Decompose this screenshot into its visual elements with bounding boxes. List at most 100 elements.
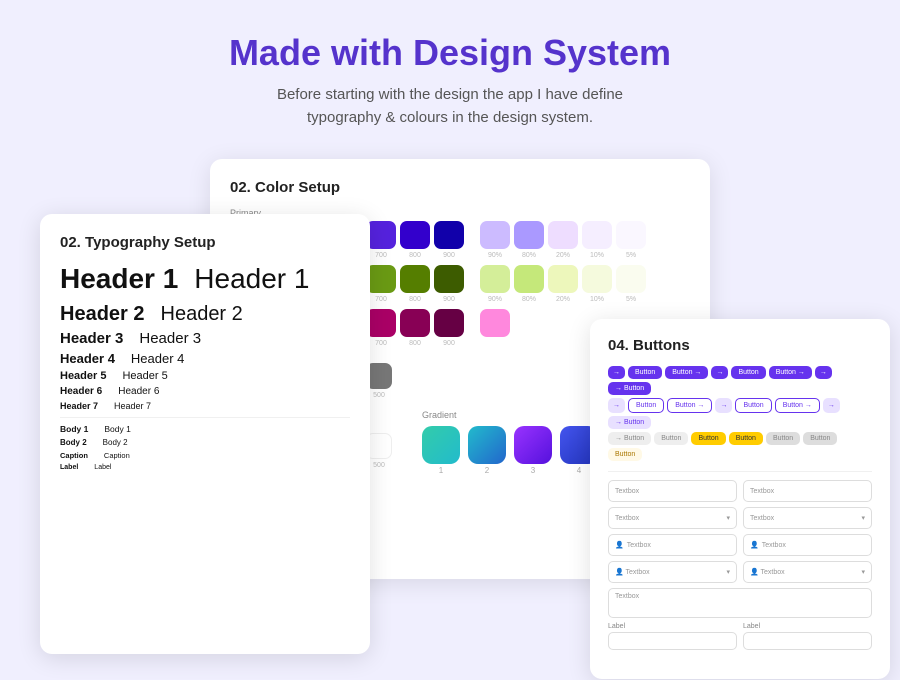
arrow-btn-3[interactable]: → <box>815 366 832 379</box>
typo-row-h3: Header 3 Header 3 <box>60 330 350 347</box>
icon-textbox-2[interactable]: 👤 Textbox <box>743 534 872 556</box>
typo-row-h7: Header 7 Header 7 <box>60 401 350 411</box>
label-right: Label <box>743 623 872 630</box>
person-icon-2: 👤 <box>750 541 759 549</box>
yellow-btn-2[interactable]: Button <box>729 432 763 445</box>
gray-btn-3[interactable]: Button <box>766 432 800 445</box>
h5-bold: Header 5 <box>60 370 106 382</box>
subtitle: Before starting with the design the app … <box>229 84 671 129</box>
filled-btn-5[interactable]: → Button <box>608 382 651 395</box>
outline-btn-4[interactable]: Button → <box>775 398 820 413</box>
color-card-title: 02. Color Setup <box>230 179 690 196</box>
h7-regular: Header 7 <box>114 401 151 411</box>
main-title: Made with Design System <box>229 32 671 74</box>
yellow-light-btn[interactable]: Button <box>608 448 642 461</box>
label-regular: Label <box>94 464 111 471</box>
green-700 <box>366 265 396 293</box>
arrow-btn-1[interactable]: → <box>608 366 625 379</box>
green-20p <box>548 265 578 293</box>
outline-arrow-1[interactable]: → <box>608 398 625 413</box>
yellow-btn-1[interactable]: Button <box>691 432 725 445</box>
h2-bold: Header 2 <box>60 303 145 326</box>
caption-bold: Caption <box>60 451 88 460</box>
typo-row-h4: Header 4 Header 4 <box>60 351 350 366</box>
typo-row-label: Label Label <box>60 464 350 471</box>
h3-bold: Header 3 <box>60 330 123 347</box>
green-900 <box>434 265 464 293</box>
light-btn-1[interactable]: → Button <box>608 416 651 429</box>
h5-regular: Header 5 <box>122 370 167 382</box>
h1-regular: Header 1 <box>194 263 309 295</box>
textbox-2[interactable]: Textbox <box>743 480 872 502</box>
btn-row-1: → Button Button → → Button Button → → → … <box>608 366 872 395</box>
header-section: Made with Design System Before starting … <box>209 0 691 149</box>
h6-regular: Header 6 <box>118 386 159 397</box>
outline-btn-1[interactable]: Button <box>628 398 664 413</box>
outline-arrow-3[interactable]: → <box>823 398 840 413</box>
cards-container: 02. Color Setup Primary 300400500600 <box>10 159 890 629</box>
typo-row-body2: Body 2 Body 2 <box>60 438 350 447</box>
chevron-down-icon-2: ▾ <box>861 514 865 522</box>
swatch-5p <box>616 221 646 249</box>
chevron-icon-3: ▾ <box>726 568 730 576</box>
swatch-90p <box>480 221 510 249</box>
label-input-left[interactable] <box>608 632 737 650</box>
select-1[interactable]: Textbox ▾ <box>608 507 737 529</box>
buttons-card-title: 04. Buttons <box>608 337 872 354</box>
label-bold: Label <box>60 464 78 471</box>
gradient-1 <box>422 426 460 464</box>
button-filled-section: → Button Button → → Button Button → → → … <box>608 366 872 461</box>
icon-textbox-1[interactable]: 👤 Textbox <box>608 534 737 556</box>
filled-btn-4[interactable]: Button → <box>769 366 812 379</box>
swatch-800 <box>400 221 430 249</box>
typo-row-h5: Header 5 Header 5 <box>60 370 350 382</box>
icon-select-2[interactable]: 👤 Textbox ▾ <box>743 561 872 583</box>
outline-btn-2[interactable]: Button → <box>667 398 712 413</box>
textarea-field[interactable]: Textbox <box>608 588 872 618</box>
h3-regular: Header 3 <box>139 330 201 347</box>
gray-btn-2[interactable]: Button <box>654 432 688 445</box>
filled-btn-3[interactable]: Button <box>731 366 765 379</box>
swatch-10p <box>582 221 612 249</box>
label-input-right[interactable] <box>743 632 872 650</box>
select-row: Textbox ▾ Textbox ▾ <box>608 507 872 529</box>
typography-card-title: 02. Typography Setup <box>60 234 350 251</box>
swatch-700 <box>366 221 396 249</box>
gray-btn-1[interactable]: → Button <box>608 432 651 445</box>
select-2[interactable]: Textbox ▾ <box>743 507 872 529</box>
body1-bold: Body 1 <box>60 424 88 434</box>
textbox-1[interactable]: Textbox <box>608 480 737 502</box>
form-section: Textbox Textbox Textbox ▾ Textbox ▾ 👤 Te… <box>608 480 872 650</box>
body1-regular: Body 1 <box>104 424 130 434</box>
pink-90p <box>480 309 510 337</box>
gradient-2 <box>468 426 506 464</box>
pink-700 <box>366 309 396 337</box>
gray-btn-4[interactable]: Button <box>803 432 837 445</box>
swatch-80p <box>514 221 544 249</box>
pink-900 <box>434 309 464 337</box>
outline-arrow-2[interactable]: → <box>715 398 732 413</box>
typo-row-h6: Header 6 Header 6 <box>60 386 350 397</box>
arrow-btn-2[interactable]: → <box>711 366 728 379</box>
filled-btn-1[interactable]: Button <box>628 366 662 379</box>
body2-bold: Body 2 <box>60 438 87 447</box>
typo-row-h2: Header 2 Header 2 <box>60 303 350 326</box>
h4-bold: Header 4 <box>60 351 115 366</box>
gradient-subsection: Gradient 1 2 3 <box>422 410 598 475</box>
swatch-900 <box>434 221 464 249</box>
gradient-swatch-row: 1 2 3 4 <box>422 426 598 475</box>
green-90p <box>480 265 510 293</box>
label-left: Label <box>608 623 737 630</box>
typo-row-body1: Body 1 Body 1 <box>60 424 350 434</box>
buttons-card: 04. Buttons → Button Button → → Button B… <box>590 319 890 679</box>
typo-divider <box>60 417 350 418</box>
btn-row-3: → Button Button Button Button Button But… <box>608 432 872 461</box>
h6-bold: Header 6 <box>60 386 102 397</box>
swatch-20p <box>548 221 578 249</box>
outline-btn-3[interactable]: Button <box>735 398 771 413</box>
icon-select-1[interactable]: 👤 Textbox ▾ <box>608 561 737 583</box>
btn-row-2: → Button Button → → Button Button → → → … <box>608 398 872 429</box>
caption-regular: Caption <box>104 451 130 460</box>
filled-btn-2[interactable]: Button → <box>665 366 708 379</box>
h7-bold: Header 7 <box>60 401 98 411</box>
